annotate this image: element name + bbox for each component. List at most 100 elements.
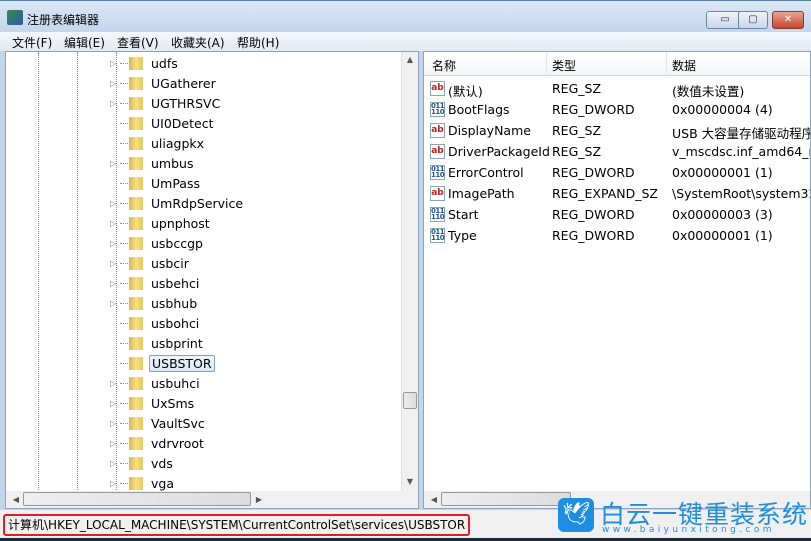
tree-item-label: vdrvroot xyxy=(151,435,204,451)
tree-item[interactable]: ▷ usbhub xyxy=(110,293,199,313)
tree-item-label: usbohci xyxy=(151,315,200,331)
expand-arrow-icon[interactable]: ▷ xyxy=(110,159,120,168)
tree-connector xyxy=(120,342,128,344)
tree-item[interactable]: ▷ UxSms xyxy=(110,393,196,413)
list-row[interactable]: ab DisplayName REG_SZ USB 大容量存储驱动程序 xyxy=(424,120,810,141)
expand-arrow-icon[interactable]: ▷ xyxy=(110,79,120,88)
maximize-button[interactable]: ▢ xyxy=(738,11,768,29)
tree-horizontal-scrollbar[interactable]: ◀ ▶ xyxy=(6,491,418,508)
registry-editor-icon xyxy=(7,10,23,25)
tree-item[interactable]: UI0Detect xyxy=(110,113,215,133)
scroll-up-arrow-icon[interactable]: ▲ xyxy=(402,55,418,64)
list-row[interactable]: 011 110 Start REG_DWORD 0x00000003 (3) xyxy=(424,204,810,225)
column-data[interactable]: 数据 xyxy=(672,57,696,74)
menu-edit[interactable]: 编辑(E) xyxy=(64,34,105,51)
tree-scroll-thumb[interactable] xyxy=(403,392,417,409)
expand-arrow-icon[interactable]: ▷ xyxy=(110,299,120,308)
binary-value-icon: 011 110 xyxy=(430,102,445,117)
list-row[interactable]: ab ImagePath REG_EXPAND_SZ \SystemRoot\syst… xyxy=(424,183,810,204)
expand-arrow-icon[interactable]: ▷ xyxy=(110,219,120,228)
expand-arrow-icon[interactable]: ▷ xyxy=(110,459,120,468)
tree-connector xyxy=(120,282,128,284)
list-row[interactable]: ab DriverPackageId REG_SZ v_mscdsc.inf_amd6… xyxy=(424,141,810,162)
menu-help[interactable]: 帮助(H) xyxy=(237,34,279,51)
scroll-down-arrow-icon[interactable]: ▼ xyxy=(402,477,418,486)
tree-item[interactable]: ▷ usbuhci xyxy=(110,373,202,393)
tree-item[interactable]: ▷ umbus xyxy=(110,153,195,173)
expand-arrow-icon[interactable]: ▷ xyxy=(110,279,120,288)
tree-item[interactable]: ▷ vga xyxy=(110,473,176,493)
window-title: 注册表编辑器 xyxy=(27,13,100,27)
list-row[interactable]: 011 110 ErrorControl REG_DWORD 0x00000001 (1… xyxy=(424,162,810,183)
menu-bar: 文件(F) 编辑(E) 查看(V) 收藏夹(A) 帮助(H) xyxy=(0,32,811,51)
folder-icon xyxy=(129,56,143,70)
value-type: REG_DWORD xyxy=(552,207,635,222)
column-divider[interactable] xyxy=(666,52,667,76)
tree-item[interactable]: ▷ usbccgp xyxy=(110,233,205,253)
folder-icon xyxy=(129,356,143,370)
expand-arrow-icon[interactable]: ▷ xyxy=(110,439,120,448)
tree-item-label: vga xyxy=(151,475,174,491)
tree-item[interactable]: ▷ UGTHRSVC xyxy=(110,93,222,113)
string-value-icon: ab xyxy=(430,144,445,159)
folder-icon xyxy=(129,336,143,350)
tree-item[interactable]: usbprint xyxy=(110,333,205,353)
expand-arrow-icon[interactable]: ▷ xyxy=(110,419,120,428)
folder-icon xyxy=(129,376,143,390)
scroll-left-arrow-icon[interactable]: ◀ xyxy=(426,495,442,504)
menu-view[interactable]: 查看(V) xyxy=(117,34,159,51)
tree-item[interactable]: UmPass xyxy=(110,173,202,193)
column-name[interactable]: 名称 xyxy=(432,57,456,74)
tree-connector xyxy=(120,362,128,364)
column-type[interactable]: 类型 xyxy=(552,57,576,74)
expand-arrow-icon[interactable]: ▷ xyxy=(110,479,120,488)
expand-arrow-icon[interactable]: ▷ xyxy=(110,259,120,268)
tree-connector xyxy=(120,62,128,64)
list-row[interactable]: 011 110 Type REG_DWORD 0x00000001 (1) xyxy=(424,225,810,246)
tree-connector xyxy=(120,102,128,104)
tree-item[interactable]: ▷ vds xyxy=(110,453,175,473)
tree-item[interactable]: ▷ UmRdpService xyxy=(110,193,245,213)
expand-arrow-icon[interactable]: ▷ xyxy=(110,99,120,108)
tree-item[interactable]: ▷ usbcir xyxy=(110,253,191,273)
tree-item[interactable]: usbohci xyxy=(110,313,201,333)
tree-item[interactable]: ▷ usbehci xyxy=(110,273,201,293)
tree-connector xyxy=(120,262,128,264)
title-bar: 注册表编辑器 ▭ ▢ ✕ xyxy=(0,0,811,32)
tree-item[interactable]: ▷ UGatherer xyxy=(110,73,218,93)
tree-item[interactable]: USBSTOR xyxy=(110,353,215,373)
expand-arrow-icon[interactable]: ▷ xyxy=(110,59,120,68)
tree-hscroll-thumb[interactable] xyxy=(23,492,251,506)
expand-arrow-icon[interactable]: ▷ xyxy=(110,239,120,248)
close-button[interactable]: ✕ xyxy=(772,11,804,29)
tree-connector xyxy=(120,202,128,204)
tree-item-label: usbehci xyxy=(151,275,200,291)
tree-connector xyxy=(120,482,128,484)
menu-file[interactable]: 文件(F) xyxy=(12,34,52,51)
expand-arrow-icon[interactable]: ▷ xyxy=(110,199,120,208)
value-data: v_mscdsc.inf_amd64_ne xyxy=(672,144,811,159)
expand-arrow-icon[interactable]: ▷ xyxy=(110,399,120,408)
list-row[interactable]: ab (默认) REG_SZ (数值未设置) xyxy=(424,78,810,99)
scroll-right-arrow-icon[interactable]: ▶ xyxy=(251,495,267,504)
tree-vertical-scrollbar[interactable]: ▲ ▼ xyxy=(401,52,418,492)
tree-item[interactable]: uliagpkx xyxy=(110,133,206,153)
value-data: USB 大容量存储驱动程序 xyxy=(672,126,811,141)
scroll-left-arrow-icon[interactable]: ◀ xyxy=(8,495,24,504)
tree-item[interactable]: ▷ upnphost xyxy=(110,213,212,233)
column-divider[interactable] xyxy=(546,52,547,76)
tree-item[interactable]: ▷ vdrvroot xyxy=(110,433,206,453)
binary-value-icon: 011 110 xyxy=(430,165,445,180)
menu-favorites[interactable]: 收藏夹(A) xyxy=(171,34,225,51)
tree-item-label: UxSms xyxy=(151,395,195,411)
expand-arrow-icon[interactable]: ▷ xyxy=(110,379,120,388)
tree-item[interactable]: ▷ VaultSvc xyxy=(110,413,207,433)
tree-item-label: UmPass xyxy=(151,175,200,191)
list-row[interactable]: 011 110 BootFlags REG_DWORD 0x00000004 (4) xyxy=(424,99,810,120)
tree-item[interactable]: ▷ udfs xyxy=(110,53,180,73)
registry-path: 计算机\HKEY_LOCAL_MACHINE\SYSTEM\CurrentCon… xyxy=(3,514,471,536)
tree-connector xyxy=(120,242,128,244)
list-hscroll-thumb[interactable] xyxy=(441,492,571,506)
value-name: DisplayName xyxy=(448,123,531,138)
value-name: Start xyxy=(448,207,479,222)
